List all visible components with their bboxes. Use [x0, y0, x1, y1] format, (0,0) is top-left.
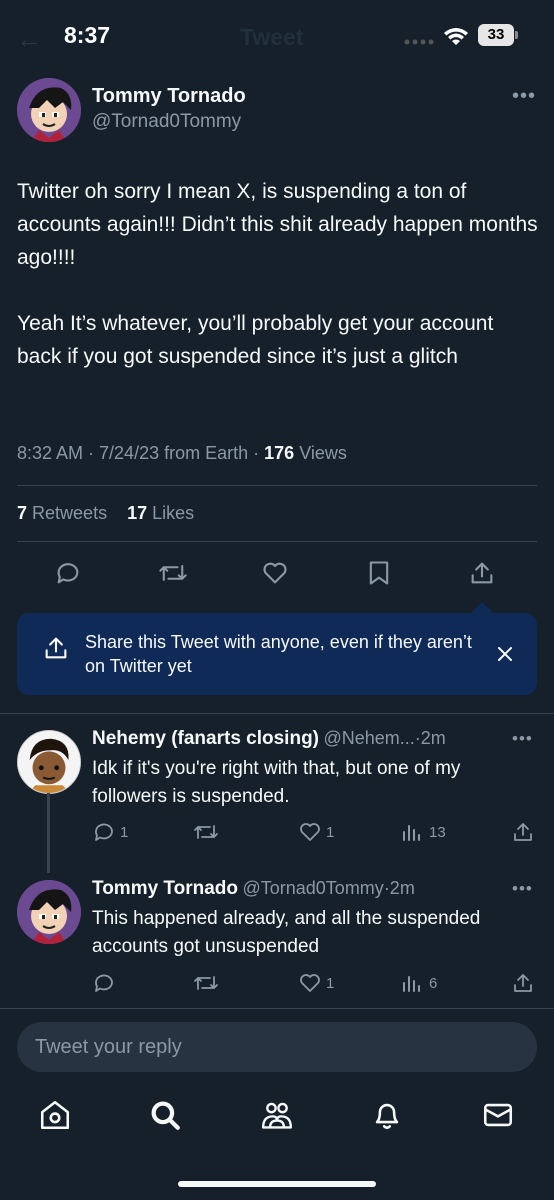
home-icon[interactable]: [38, 1098, 72, 1132]
messages-icon[interactable]: [481, 1098, 515, 1132]
share-banner-text: Share this Tweet with anyone, even if th…: [85, 632, 472, 676]
header-title: Tweet: [240, 24, 304, 50]
reply-author-name[interactable]: Tommy Tornado: [92, 878, 238, 899]
avatar[interactable]: [17, 730, 81, 794]
share-icon[interactable]: [511, 820, 535, 844]
likes-link[interactable]: 17 Likes: [127, 503, 194, 523]
home-indicator: [178, 1181, 376, 1187]
tweet-text-paragraph-2: Yeah It’s whatever, you’ll probably get …: [17, 312, 494, 368]
retweet-icon[interactable]: [193, 971, 219, 995]
tweet-author-handle[interactable]: @Tornad0Tommy: [92, 111, 241, 133]
status-time: 8:37: [64, 22, 111, 48]
like-count: 1: [326, 823, 335, 841]
close-icon[interactable]: [496, 645, 514, 663]
like-count: 1: [326, 974, 335, 992]
thread-line: [47, 793, 50, 873]
like-icon: [300, 823, 320, 841]
search-icon[interactable]: [148, 1098, 182, 1132]
divider: [0, 1008, 554, 1009]
views-count: 176: [264, 443, 295, 463]
share-icon[interactable]: [468, 559, 496, 587]
reply-text: Idk if it's you're right with that, but …: [92, 758, 461, 807]
reply-icon[interactable]: [54, 559, 82, 587]
more-icon[interactable]: •••: [512, 879, 533, 899]
divider: [0, 713, 554, 714]
like-button[interactable]: 1: [298, 820, 334, 844]
retweet-icon[interactable]: [158, 559, 188, 587]
tweet-timestamp[interactable]: 8:32 AM · 7/24/23 from Earth ·: [17, 443, 259, 463]
views-icon: [403, 825, 420, 841]
more-icon[interactable]: •••: [512, 729, 533, 749]
battery-cap: [515, 31, 518, 39]
reply-icon: [95, 823, 113, 841]
reply-count: 1: [120, 823, 129, 841]
bookmark-icon[interactable]: [366, 559, 392, 587]
more-icon[interactable]: •••: [512, 85, 536, 108]
tweet-meta: 8:32 AM · 7/24/23 from Earth · 176 Views: [17, 443, 347, 464]
views-button[interactable]: 6: [401, 971, 437, 995]
reply-time: ·2m: [414, 728, 446, 748]
reply-author-handle[interactable]: @Nehem...: [323, 728, 414, 748]
reply-header: Nehemy (fanarts closing) @Nehem...·2m: [92, 728, 446, 750]
views-count: 13: [429, 823, 446, 841]
tweet-text-paragraph-1: Twitter oh sorry I mean X, is suspending…: [17, 180, 538, 269]
reply-header: Tommy Tornado @Tornad0Tommy·2m: [92, 878, 415, 900]
reply-time: ·2m: [383, 878, 415, 898]
retweet-icon[interactable]: [193, 820, 219, 844]
divider: [17, 541, 537, 542]
like-button[interactable]: 1: [298, 971, 334, 995]
reply-input[interactable]: Tweet your reply: [17, 1022, 537, 1072]
tweet-author-name[interactable]: Tommy Tornado: [92, 85, 246, 108]
wifi-icon: [442, 25, 470, 47]
retweets-label: Retweets: [32, 503, 108, 523]
share-icon[interactable]: [511, 971, 535, 995]
back-arrow-icon[interactable]: ←: [16, 24, 42, 55]
reply-author-name[interactable]: Nehemy (fanarts closing): [92, 728, 319, 749]
reply-author-handle[interactable]: @Tornad0Tommy: [242, 878, 383, 898]
views-button[interactable]: 13: [401, 820, 446, 844]
avatar[interactable]: [17, 880, 81, 944]
signal-icon: [404, 38, 436, 46]
share-icon: [42, 634, 70, 662]
reply-button[interactable]: 1: [92, 820, 128, 844]
avatar[interactable]: [17, 78, 81, 142]
divider: [17, 485, 537, 486]
battery-icon: 33: [478, 24, 514, 46]
likes-label: Likes: [152, 503, 195, 523]
like-icon[interactable]: [261, 559, 289, 587]
communities-icon[interactable]: [259, 1098, 295, 1132]
like-icon: [300, 974, 320, 992]
views-label: Views: [299, 443, 347, 463]
engagement-counts: 7 Retweets 17 Likes: [17, 503, 194, 524]
likes-count: 17: [127, 503, 148, 523]
views-count: 6: [429, 974, 438, 992]
retweets-link[interactable]: 7 Retweets: [17, 503, 107, 523]
views-icon: [403, 976, 420, 992]
notifications-icon[interactable]: [370, 1098, 404, 1132]
retweets-count: 7: [17, 503, 28, 523]
reply-text: This happened already, and all the suspe…: [92, 908, 481, 957]
reply-icon[interactable]: [92, 971, 116, 995]
